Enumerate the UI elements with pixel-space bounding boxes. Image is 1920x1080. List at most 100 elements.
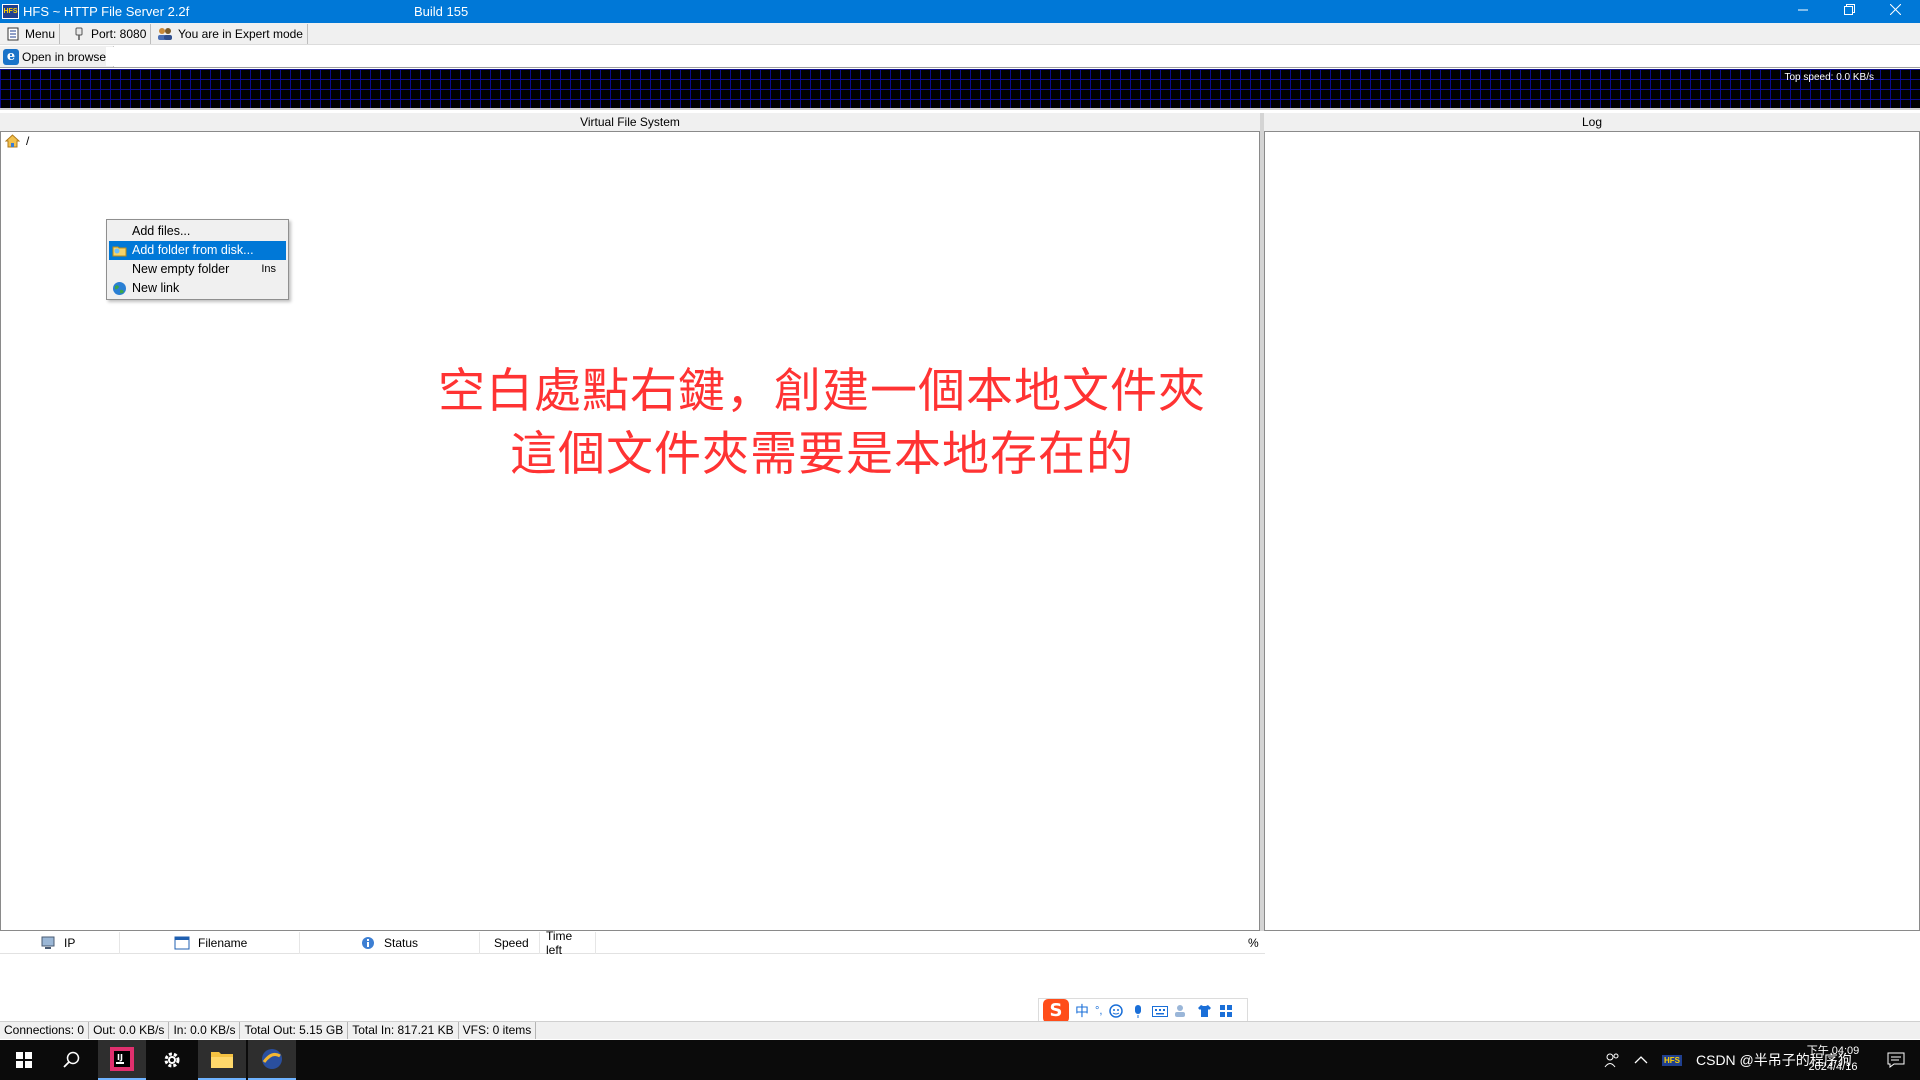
status-total-in: Total In: 817.21 KB bbox=[348, 1022, 459, 1039]
globe-icon bbox=[113, 282, 126, 295]
menu-item-add-files[interactable]: Add files... bbox=[109, 222, 286, 241]
column-label: IP bbox=[64, 936, 76, 950]
status-total-out: Total Out: 5.15 GB bbox=[240, 1022, 349, 1039]
connections-header: IP Filename Status Speed Time left % bbox=[0, 929, 1265, 957]
user-tools-icon[interactable] bbox=[1174, 1003, 1190, 1019]
column-label: % bbox=[1248, 936, 1259, 950]
restore-button[interactable] bbox=[1826, 0, 1872, 23]
column-label: Status bbox=[384, 936, 419, 950]
vfs-root-label: / bbox=[26, 134, 30, 148]
info-icon bbox=[362, 937, 374, 949]
home-icon bbox=[5, 134, 20, 148]
expert-mode-button[interactable]: You are in Expert mode bbox=[153, 24, 308, 44]
port-button[interactable]: Port: 8080 bbox=[68, 24, 152, 44]
column-ip[interactable]: IP bbox=[0, 932, 120, 954]
menu-icon bbox=[7, 27, 19, 41]
close-icon bbox=[1889, 3, 1901, 16]
notification-icon bbox=[1887, 1052, 1905, 1068]
ime-language-toggle[interactable]: 中 bbox=[1075, 1001, 1089, 1021]
windows-logo-icon bbox=[16, 1052, 32, 1068]
menu-button[interactable]: Menu bbox=[2, 24, 61, 44]
annotation-line-2: 這個文件夾需要是本地存在的 bbox=[510, 427, 1134, 482]
status-bar: Connections: 0 Out: 0.0 KB/s In: 0.0 KB/… bbox=[0, 1021, 1920, 1039]
speed-graph: Top speed: 0.0 KB/s bbox=[0, 69, 1920, 110]
search-icon bbox=[63, 1051, 80, 1068]
title-bar: HFS HFS ~ HTTP File Server 2.2f Build 15… bbox=[0, 0, 1920, 23]
taskbar-hfs-app[interactable] bbox=[248, 1040, 296, 1080]
menu-item-label: New empty folder bbox=[132, 262, 230, 276]
annotation-line-1: 空白處點右鍵，創建一個本地文件夾 bbox=[438, 364, 1206, 419]
taskbar-file-explorer[interactable] bbox=[198, 1040, 246, 1080]
hfs-tray-icon[interactable]: HFS bbox=[1662, 1054, 1682, 1066]
menu-label: Menu bbox=[25, 27, 56, 41]
column-status[interactable]: Status bbox=[300, 932, 480, 954]
status-in-speed: In: 0.0 KB/s bbox=[169, 1022, 241, 1039]
svg-text:IJ: IJ bbox=[117, 1053, 123, 1062]
ime-punctuation-toggle[interactable]: °, bbox=[1095, 1005, 1102, 1017]
taskbar: IJ HFS CSDN @半吊子的程序狗 下午 04:09 2024/4/16 bbox=[0, 1040, 1920, 1080]
context-menu: Add files... Add folder from disk... New… bbox=[106, 219, 289, 300]
column-label: Speed bbox=[494, 936, 529, 950]
port-label: Port: 8080 bbox=[91, 27, 147, 41]
status-out-speed: Out: 0.0 KB/s bbox=[89, 1022, 170, 1039]
taskbar-ide-app[interactable]: IJ bbox=[98, 1040, 146, 1080]
log-panel[interactable] bbox=[1264, 131, 1920, 931]
status-vfs-items: VFS: 0 items bbox=[459, 1022, 537, 1039]
computer-icon bbox=[41, 936, 55, 949]
url-bar: e Open in browser bbox=[0, 46, 1920, 68]
folder-icon bbox=[211, 1052, 233, 1068]
people-icon[interactable] bbox=[1604, 1052, 1620, 1068]
top-speed-label: Top speed: 0.0 KB/s bbox=[1784, 72, 1874, 83]
column-filename[interactable]: Filename bbox=[120, 932, 300, 954]
menu-item-new-empty-folder[interactable]: New empty folder Ins bbox=[109, 260, 286, 279]
chevron-up-icon[interactable] bbox=[1634, 1055, 1648, 1065]
keyboard-icon[interactable] bbox=[1152, 1003, 1169, 1019]
mode-label: You are in Expert mode bbox=[178, 27, 303, 41]
column-percent[interactable]: % bbox=[1248, 932, 1265, 954]
users-icon bbox=[158, 28, 172, 40]
vfs-header: Virtual File System bbox=[0, 113, 1260, 131]
gear-icon bbox=[164, 1052, 180, 1068]
column-speed[interactable]: Speed bbox=[480, 932, 540, 954]
url-field[interactable] bbox=[106, 47, 1916, 66]
sogou-logo[interactable]: S bbox=[1043, 999, 1069, 1023]
emoji-icon[interactable] bbox=[1108, 1003, 1124, 1019]
menu-item-shortcut: Ins bbox=[261, 263, 276, 275]
menu-item-add-folder[interactable]: Add folder from disk... bbox=[109, 241, 286, 260]
minimize-icon bbox=[1798, 9, 1808, 11]
menu-item-label: Add files... bbox=[132, 224, 191, 238]
grid-menu-icon[interactable] bbox=[1218, 1003, 1234, 1019]
clock-date: 2024/4/16 bbox=[1808, 1061, 1858, 1073]
vfs-root-item[interactable]: / bbox=[5, 134, 29, 148]
hfs-app-icon bbox=[262, 1049, 282, 1069]
intellij-icon: IJ bbox=[110, 1047, 134, 1071]
close-button[interactable] bbox=[1872, 0, 1918, 23]
menu-item-label: New link bbox=[132, 281, 180, 295]
window-file-icon bbox=[174, 936, 190, 950]
restore-icon bbox=[1843, 4, 1855, 15]
window-title: HFS ~ HTTP File Server 2.2f bbox=[23, 4, 190, 19]
column-label: Filename bbox=[198, 936, 248, 950]
skin-shirt-icon[interactable] bbox=[1196, 1003, 1212, 1019]
browser-e-icon: e bbox=[3, 48, 19, 65]
minimize-button[interactable] bbox=[1780, 0, 1826, 23]
open-in-browser-button[interactable]: e Open in browser bbox=[0, 46, 115, 67]
status-connections: Connections: 0 bbox=[0, 1022, 90, 1039]
notification-center-button[interactable] bbox=[1872, 1040, 1920, 1080]
microphone-icon[interactable] bbox=[1130, 1003, 1146, 1019]
hfs-app-icon: HFS bbox=[2, 4, 19, 19]
log-header: Log bbox=[1264, 113, 1920, 131]
search-button[interactable] bbox=[48, 1040, 96, 1080]
column-time-left[interactable]: Time left bbox=[540, 929, 596, 957]
clock-time: 下午 04:09 bbox=[1806, 1045, 1860, 1057]
menu-item-new-link[interactable]: New link bbox=[109, 279, 286, 298]
column-label: Time left bbox=[546, 929, 573, 957]
menu-item-label: Add folder from disk... bbox=[132, 243, 254, 257]
folder-icon bbox=[112, 246, 127, 257]
port-plug-icon bbox=[75, 27, 83, 40]
start-button[interactable] bbox=[0, 1040, 48, 1080]
taskbar-settings-app[interactable] bbox=[148, 1040, 196, 1080]
build-label: Build 155 bbox=[414, 4, 469, 19]
clock[interactable]: 下午 04:09 2024/4/16 bbox=[1798, 1043, 1868, 1075]
open-in-browser-label: Open in browser bbox=[22, 49, 111, 64]
